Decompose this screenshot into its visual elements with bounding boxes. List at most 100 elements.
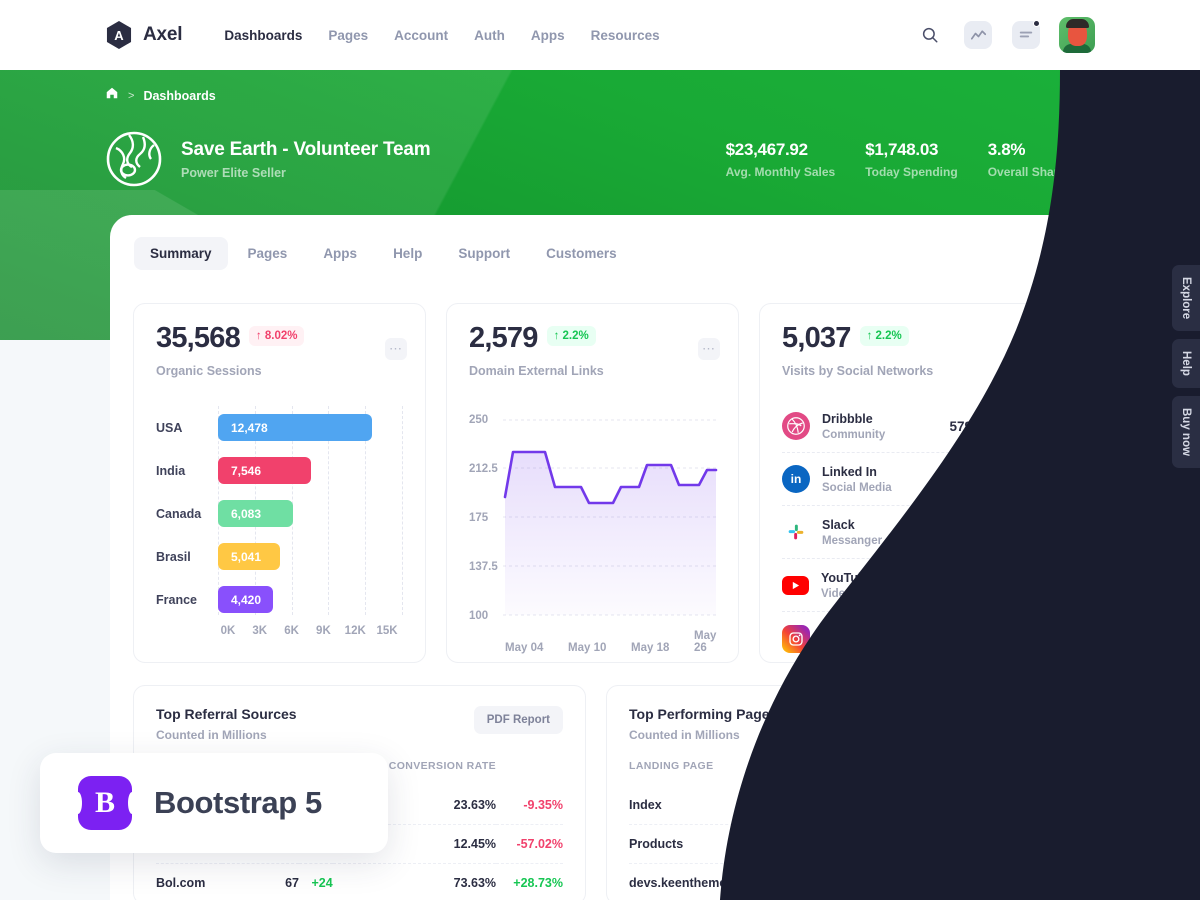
cell-clicks-delta: -935 [851,798,877,812]
side-tab-explore[interactable]: Explore [1172,265,1200,332]
card-domain-external-links: 2,579 ↑ 2.2% Domain External Links ⋯ 250… [446,303,739,663]
cell-source: Bol.com [156,863,223,900]
side-tab-buy-now[interactable]: Buy now [1172,396,1200,469]
metric-label: Organic Sessions [156,364,262,378]
stat-value: $1,748.03 [865,140,939,159]
bar-chart: USA 12,478 India 7,546 Canada 6,083 Bras… [156,406,403,637]
table-row[interactable]: Bol.com 67 +24 73.63% +28.73% [156,863,563,900]
main-nav: Dashboards Pages Account Auth Apps Resou… [224,28,659,43]
brand-logo[interactable]: A Axel [105,21,183,49]
area-chart: 250 212.5 175 137.5 100 May 04 May 10 Ma… [469,414,718,654]
metric-value: 5,037 [782,322,851,354]
hero-stats: $23,467.92 Avg. Monthly Sales $1,748.03 … [726,140,1139,179]
search-icon[interactable] [915,20,945,50]
cell-rate-delta: -57.02% [496,824,563,864]
notification-badge [1033,20,1040,27]
breadcrumb: > Dashboards [105,86,216,105]
navbar-actions [915,17,1095,53]
cell-page: Index [629,798,662,812]
pdf-report-button[interactable]: PDF Report [473,706,563,734]
metric-value: 35,568 [156,322,241,354]
cell-clicks: 446 [794,824,846,864]
tab-apps[interactable]: Apps [307,237,373,270]
list-item-delta-badge: ↓0.4% [983,469,1029,489]
avatar[interactable] [1059,17,1095,53]
tab-help[interactable]: Help [377,237,438,270]
stat-avg-monthly-sales: $23,467.92 Avg. Monthly Sales [726,140,866,179]
column-header-position-delta [997,760,1036,786]
breadcrumb-current[interactable]: Dashboards [143,89,215,103]
list-item-delta: 4.1% [996,579,1022,591]
x-tick: 9K [316,625,331,637]
nav-link-pages[interactable]: Pages [328,28,368,43]
x-tick: May 18 [631,642,670,654]
slack-icon [782,518,810,546]
area-chart-svg [503,419,718,616]
list-item-delta: 8.3% [996,632,1022,645]
bar-track: 7,546 [218,457,403,484]
stat-value: -7.4% [1095,140,1138,159]
table-row[interactable]: Index 1,256 -935 2.63 -1.35 [629,786,1036,825]
tab-summary[interactable]: Summary [134,237,228,270]
ellipsis-icon[interactable]: ⋯ [1011,338,1033,360]
list-item-title: Linked In [822,464,877,479]
card-top-performing-pages: Top Performing Pages Counted in Millions… [606,685,1059,900]
tab-pages[interactable]: Pages [232,237,304,270]
metric-cards-row: 35,568 ↑ 8.02% Organic Sessions ⋯ USA 12… [110,270,1090,663]
social-networks-list: Dribbble Community 579 ↑2.6% in Linked I… [782,400,1029,665]
list-item-title: Instagram [822,624,882,638]
bar-label: Canada [156,506,202,521]
table-row[interactable]: devs.keenthemes.com 67 +24 7.63 +8.73 [629,863,1036,900]
arrow-up-icon: ↑ [255,330,262,342]
list-item[interactable]: Dribbble Community 579 ↑2.6% [782,400,1029,453]
metric-label: Domain External Links [469,364,604,378]
notifications-icon[interactable] [1011,20,1041,50]
tab-customers[interactable]: Customers [530,237,633,270]
card-subtitle: Counted in Millions [156,728,267,742]
list-item-subtitle: Social Network [822,641,905,653]
nav-link-resources[interactable]: Resources [591,28,660,43]
y-tick: 137.5 [469,561,498,573]
stat-label: Overall Share [987,165,1066,179]
cell-position: 7.63 [876,863,997,900]
ellipsis-icon[interactable]: ⋯ [698,338,720,360]
bar-track: 12,478 [218,414,403,441]
pdf-report-button[interactable]: PDF Report [946,706,1036,734]
ellipsis-icon[interactable]: ⋯ [385,338,407,360]
cell-rate-delta: -9.35% [523,798,563,812]
side-tab-help[interactable]: Help [1172,339,1200,389]
list-item[interactable]: in Linked In Social Media 1,088 ↓0.4% [782,453,1029,506]
tab-support[interactable]: Support [442,237,526,270]
metric-label: Visits by Social Networks [782,364,934,378]
youtube-icon [782,575,809,595]
page-subtitle: Power Elite Seller [181,165,286,180]
dribbble-icon [782,412,810,440]
metric-delta-value: 2.2% [875,330,902,342]
stat-value: 3.8% [987,140,1026,159]
list-item-value: 1,458 [938,631,972,646]
table-header-row: LANDING PAGE CLICKS AVG. POSITION [629,760,1036,786]
cell-sessions-delta: +24 [298,863,333,900]
bootstrap-promo-badge[interactable]: B Bootstrap 5 [40,753,388,853]
cell-position-delta: -1.35 [1007,798,1037,812]
table-row[interactable]: Products 446 -576 1.45 0.32 [629,824,1036,864]
stat-label: 7 Days [1095,165,1134,179]
card-header: 5,037 ↑ 2.2% [782,324,1029,353]
list-item-subtitle: Messanger [822,534,883,547]
home-icon[interactable] [105,86,119,105]
list-item[interactable]: Slack Messanger 794 ↑0.2% [782,506,1029,559]
list-item[interactable]: Instagram Social Network 1,458 ↑8.3% [782,612,1029,665]
nav-link-dashboards[interactable]: Dashboards [224,28,302,43]
stat-label: Today Spending [865,165,958,179]
nav-link-apps[interactable]: Apps [531,28,565,43]
activity-icon[interactable] [963,20,993,50]
list-item-title: Slack [822,517,855,532]
top-navigation-bar: A Axel Dashboards Pages Account Auth App… [0,0,1200,70]
list-item[interactable]: YouTube Video Channel 978 ↑4.1% [782,559,1029,612]
nav-link-account[interactable]: Account [394,28,448,43]
nav-link-auth[interactable]: Auth [474,28,505,43]
stat-today-spending: $1,748.03 Today Spending [865,140,987,179]
stat-value: $23,467.92 [725,140,808,159]
y-tick: 175 [469,512,489,524]
list-item-delta: 0.2% [996,526,1022,538]
